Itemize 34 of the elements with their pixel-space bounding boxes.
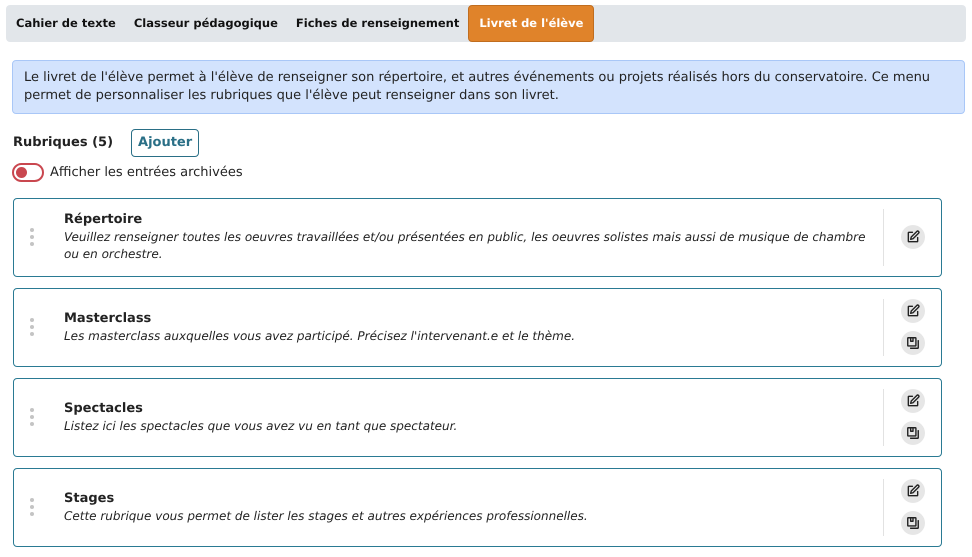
edit-button[interactable]	[900, 299, 924, 323]
section-title: Rubriques (5)	[13, 134, 114, 152]
edit-button[interactable]	[900, 225, 924, 249]
tab[interactable]: Cahier de texte	[7, 5, 125, 42]
archive-icon	[906, 336, 920, 350]
rubrique-title: Spectacles	[64, 400, 144, 418]
edit-icon	[906, 230, 920, 244]
drag-handle-icon[interactable]	[30, 498, 34, 516]
edit-icon	[906, 394, 920, 408]
rubrique-description: Listez ici les spectacles que vous avez vu en tant que spectateur.	[64, 418, 458, 434]
edit-icon	[906, 484, 920, 498]
tab[interactable]: Classeur pédagogique	[124, 5, 287, 42]
edit-icon	[906, 304, 920, 318]
edit-button[interactable]	[900, 389, 924, 413]
edit-button[interactable]	[900, 479, 924, 503]
rubrique-description: Les masterclass auxquelles vous avez participé. Précisez l'intervenant.e et le thème.	[64, 328, 576, 344]
drag-handle-icon[interactable]	[30, 318, 34, 336]
archive-button[interactable]	[900, 511, 924, 535]
info-banner: Le livret de l'élève permet à l'élève de renseigner son répertoire, et autres événements ou projets réalisés hors du conservatoire. Ce menu permet de personnaliser les rubriques que l'élève peut renseigner dans son livret.	[12, 60, 965, 114]
toggle-label: Afficher les entrées archivées	[50, 164, 243, 182]
rubrique-title: Masterclass	[64, 310, 152, 328]
rubrique-title: Répertoire	[64, 211, 144, 229]
toggle-switch[interactable]	[12, 163, 44, 182]
rubrique-description: Veuillez renseigner toutes les oeuvres travaillées et/ou présentées en public, les oeuvres solistes mais aussi de musique de chambre ou en orchestre.	[64, 229, 866, 263]
archive-icon	[906, 426, 920, 440]
archive-button[interactable]	[900, 331, 924, 355]
rubrique-description: Cette rubrique vous permet de lister les stages et autres expériences professionnelles.	[64, 508, 589, 524]
drag-handle-icon[interactable]	[30, 408, 34, 426]
archive-button[interactable]	[900, 421, 924, 445]
rubrique-title: Stages	[64, 490, 116, 508]
drag-handle-icon[interactable]	[30, 228, 34, 246]
archive-icon	[906, 516, 920, 530]
add-button[interactable]: Ajouter	[131, 129, 200, 157]
tab[interactable]: Fiches de renseignement	[286, 5, 468, 42]
